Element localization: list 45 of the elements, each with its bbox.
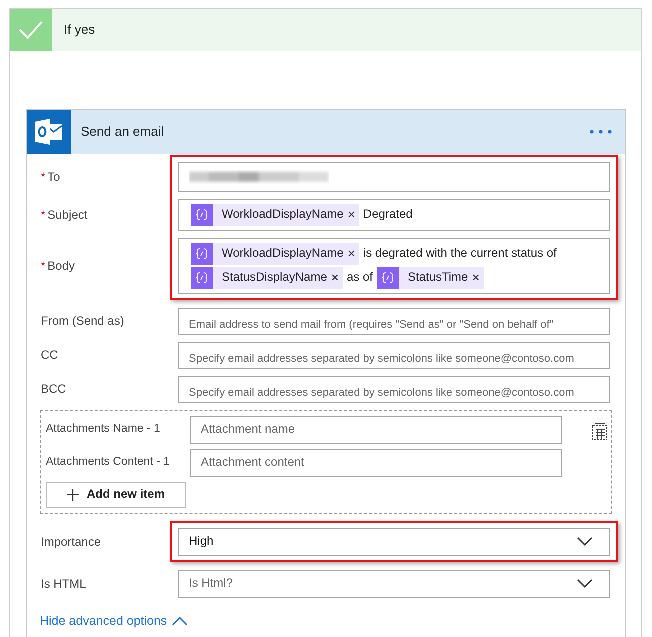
expression-icon — [196, 272, 208, 284]
input-field[interactable]: Attachment content — [190, 449, 562, 477]
input-field[interactable]: Attachment name — [190, 416, 562, 444]
chevron-down-icon — [577, 537, 593, 547]
field-text: is degrated with the current status of — [363, 246, 557, 262]
chevron-down-icon — [577, 579, 593, 589]
input-field[interactable]: Email address to send mail from (requires "Send as" or "Send on behalf of" — [178, 308, 610, 335]
expression-field[interactable]: WorkloadDisplayName × is degrated with the current status of StatusDisplayName × as of StatusTime × — [178, 238, 610, 294]
to-field[interactable] — [178, 162, 610, 192]
more-options-icon[interactable] — [589, 129, 613, 135]
remove-token-button[interactable]: × — [348, 204, 360, 226]
expression-icon — [196, 209, 208, 221]
field-label: Attachments Name - 1 — [46, 423, 162, 437]
dynamic-token[interactable]: WorkloadDisplayName — [191, 243, 348, 265]
field-label: * To — [40, 170, 62, 184]
expression-icon — [196, 248, 208, 260]
field-label: * Body — [40, 258, 76, 274]
mail-app-icon — [34, 119, 64, 145]
input-field[interactable]: Specify email addresses separated by semicolons like someone@contoso.com — [178, 376, 610, 403]
dynamic-token[interactable]: StatusDisplayName — [191, 267, 332, 289]
dynamic-token[interactable]: WorkloadDisplayName — [191, 204, 348, 226]
dynamic-token[interactable]: StatusTime — [376, 267, 472, 289]
plus-icon — [67, 487, 79, 503]
field-label: Is HTML — [40, 576, 88, 592]
dropdown[interactable]: High — [178, 528, 610, 556]
action-title: Send an email — [80, 124, 166, 140]
checkmark-icon — [18, 20, 44, 40]
remove-token-button[interactable]: × — [331, 267, 343, 289]
input-field[interactable]: Specify email addresses separated by semicolons like someone@contoso.com — [178, 342, 610, 369]
advanced-options-link[interactable]: Hide advanced options — [40, 613, 188, 630]
field-label: Importance — [40, 534, 102, 550]
add-item-button[interactable]: Add new item — [46, 482, 186, 508]
remove-token-button[interactable]: × — [348, 243, 360, 265]
field-label: CC — [40, 348, 60, 363]
field-text: Degrated — [363, 207, 413, 223]
field-label: From (Send as) — [40, 314, 126, 329]
expression-field[interactable]: WorkloadDisplayName × Degrated — [178, 199, 610, 231]
field-label: * Subject — [40, 208, 89, 222]
remove-token-button[interactable]: × — [472, 267, 484, 289]
field-text: as of — [346, 270, 373, 286]
dropdown[interactable]: Is Html? — [178, 570, 610, 598]
field-label: BCC — [40, 382, 68, 397]
field-label: Attachments Content - 1 — [46, 456, 172, 470]
branch-title: If yes — [63, 22, 96, 38]
expression-icon — [382, 272, 394, 284]
